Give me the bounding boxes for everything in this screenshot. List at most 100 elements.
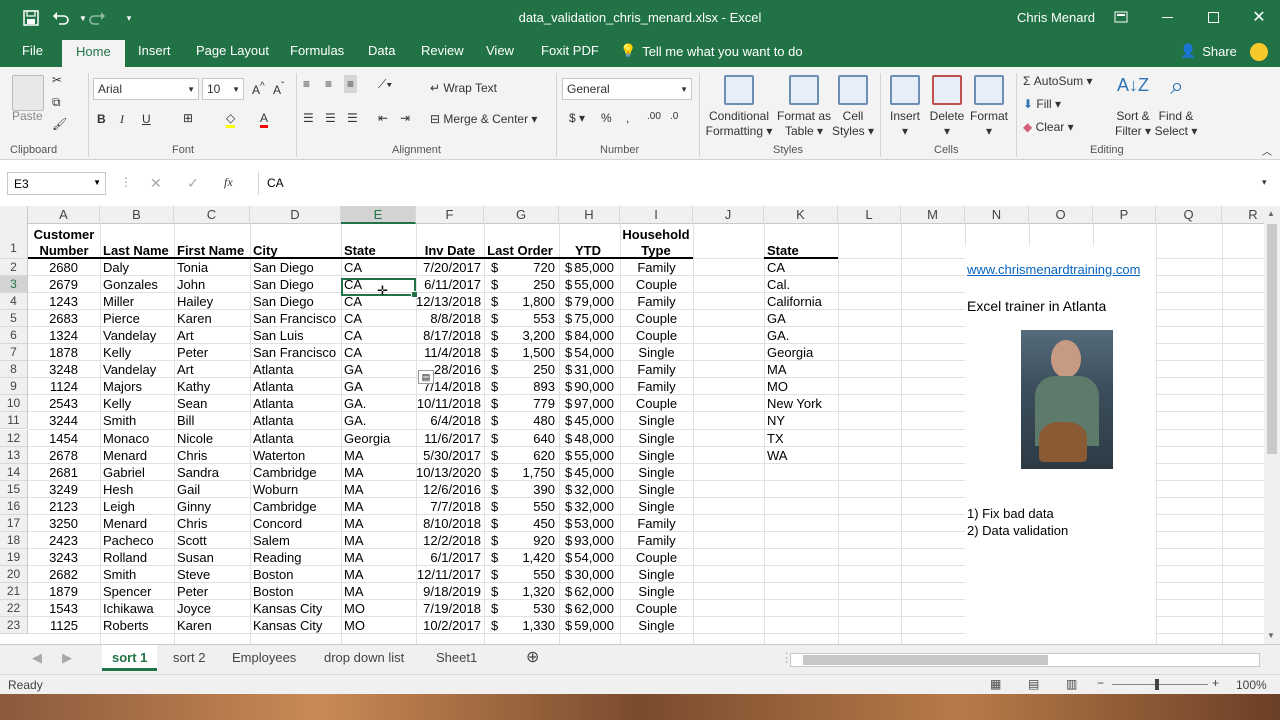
row-header-14[interactable]: 14	[0, 463, 28, 481]
feedback-smiley-icon[interactable]	[1250, 43, 1268, 61]
align-left-icon[interactable]: ☰	[303, 111, 314, 125]
row-header-10[interactable]: 10	[0, 395, 28, 413]
cut-icon[interactable]: ✂	[52, 73, 62, 87]
fill-color-icon[interactable]: ◇	[226, 111, 236, 128]
sheet-tab-sort-1[interactable]: sort 1	[102, 645, 158, 671]
row-header-18[interactable]: 18	[0, 531, 28, 549]
user-name[interactable]: Chris Menard	[1017, 10, 1095, 25]
paste-button[interactable]: Paste	[12, 109, 43, 123]
column-header-h[interactable]: H	[559, 206, 620, 224]
merge-center-button[interactable]: ⊟ Merge & Center ▾	[430, 112, 537, 126]
increase-font-icon[interactable]: A^	[252, 81, 265, 97]
tab-page-layout[interactable]: Page Layout	[196, 43, 269, 58]
font-name-select[interactable]: Arial ▼	[93, 78, 199, 100]
sheet-tab-drop-down-list[interactable]: drop down list	[314, 645, 414, 671]
column-header-p[interactable]: P	[1093, 206, 1156, 224]
align-right-icon[interactable]: ☰	[347, 111, 358, 125]
scroll-up-icon[interactable]: ▲	[1267, 209, 1275, 218]
wrap-text-button[interactable]: ↵ Wrap Text	[430, 81, 497, 95]
prev-sheet-icon[interactable]: ◀	[22, 645, 52, 671]
delete-cells-button[interactable]: Delete ▾	[926, 109, 968, 139]
horizontal-scroll-thumb[interactable]	[803, 655, 1048, 665]
tab-view[interactable]: View	[486, 43, 514, 58]
cancel-entry-icon[interactable]: ✕	[150, 175, 162, 192]
fill-button[interactable]: ⬇ Fill ▾	[1023, 97, 1061, 111]
row-header-5[interactable]: 5	[0, 310, 28, 328]
increase-decimal-icon[interactable]: .00	[647, 111, 661, 122]
find-select-button[interactable]: Find & Select ▾	[1152, 109, 1200, 139]
row-header-15[interactable]: 15	[0, 480, 28, 498]
tab-file[interactable]: File	[22, 43, 43, 58]
trainer-photo[interactable]	[1021, 330, 1113, 469]
select-all-corner[interactable]	[0, 206, 28, 224]
number-format-select[interactable]: General ▼	[562, 78, 692, 100]
column-header-l[interactable]: L	[838, 206, 901, 224]
accounting-format-icon[interactable]: $ ▾	[569, 111, 585, 125]
sheet-tab-sheet1[interactable]: Sheet1	[426, 645, 487, 671]
comma-style-icon[interactable]: ,	[626, 111, 629, 125]
row-header-23[interactable]: 23	[0, 617, 28, 635]
underline-icon[interactable]: U	[142, 112, 151, 126]
format-cells-button[interactable]: Format ▾	[966, 109, 1012, 139]
align-center-icon[interactable]: ☰	[325, 111, 336, 125]
sheet-tab-employees[interactable]: Employees	[222, 645, 306, 671]
clear-button[interactable]: ◆ Clear ▾	[1023, 120, 1074, 134]
column-header-i[interactable]: I	[620, 206, 693, 224]
row-header-19[interactable]: 19	[0, 548, 28, 566]
page-layout-view-icon[interactable]: ▤	[1028, 677, 1039, 691]
expand-formula-bar-icon[interactable]: ▾	[1262, 177, 1267, 188]
column-header-e[interactable]: E	[341, 206, 416, 224]
cell-styles-button[interactable]: Cell Styles ▾	[830, 109, 876, 139]
normal-view-icon[interactable]: ▦	[990, 677, 1001, 691]
row-header-12[interactable]: 12	[0, 429, 28, 447]
name-box[interactable]: E3 ▼	[7, 172, 106, 195]
row-header-16[interactable]: 16	[0, 497, 28, 515]
scroll-down-icon[interactable]: ▼	[1267, 631, 1275, 640]
row-header-21[interactable]: 21	[0, 582, 28, 600]
tab-formulas[interactable]: Formulas	[290, 43, 344, 58]
paste-icon[interactable]	[12, 75, 44, 111]
column-header-d[interactable]: D	[250, 206, 341, 224]
worksheet-grid[interactable]: ABCDEFGHIJKLMNOPQR 1 2 3 4 5 6 7 8 9 10 11 12 13 14 15…	[0, 206, 1264, 644]
row-header-8[interactable]: 8	[0, 361, 28, 379]
conditional-formatting-button[interactable]: Conditional Formatting ▾	[704, 109, 774, 139]
zoom-slider-thumb[interactable]	[1155, 679, 1159, 690]
tab-home[interactable]: Home	[62, 40, 125, 67]
zoom-out-icon[interactable]: −	[1097, 676, 1104, 690]
decrease-font-icon[interactable]: Aˇ	[273, 81, 284, 97]
decrease-decimal-icon[interactable]: .0	[670, 111, 678, 122]
column-header-c[interactable]: C	[174, 206, 250, 224]
share-button[interactable]: 👤 Share	[1180, 43, 1237, 59]
format-painter-icon[interactable]: 🖌	[52, 117, 67, 131]
horizontal-scrollbar[interactable]	[790, 653, 1260, 667]
column-header-a[interactable]: A	[28, 206, 100, 224]
column-header-f[interactable]: F	[416, 206, 484, 224]
row-header-3[interactable]: 3	[0, 276, 28, 294]
column-header-n[interactable]: N	[965, 206, 1029, 224]
page-break-view-icon[interactable]: ▥	[1066, 677, 1077, 691]
confirm-entry-icon[interactable]: ✓	[187, 175, 199, 192]
copy-icon[interactable]: ⧉	[52, 95, 61, 110]
align-middle-icon[interactable]: ≡	[325, 77, 332, 91]
collapse-ribbon-icon[interactable]: ︿	[1262, 143, 1272, 158]
bold-icon[interactable]: B	[97, 112, 106, 126]
tab-foxit-pdf[interactable]: Foxit PDF	[541, 43, 599, 58]
borders-icon[interactable]: ⊞	[183, 111, 193, 125]
zoom-slider[interactable]	[1112, 684, 1208, 685]
orientation-icon[interactable]: ⟋▾	[378, 77, 392, 92]
row-header-6[interactable]: 6	[0, 327, 28, 345]
row-header-20[interactable]: 20	[0, 565, 28, 583]
row-header-9[interactable]: 9	[0, 378, 28, 396]
tell-me-box[interactable]: 💡 Tell me what you want to do	[620, 43, 803, 59]
close-icon[interactable]: ✕	[1242, 4, 1276, 30]
autosum-button[interactable]: Σ AutoSum ▾	[1023, 74, 1092, 88]
insert-function-icon[interactable]: fx	[224, 175, 233, 190]
column-header-g[interactable]: G	[484, 206, 559, 224]
column-header-m[interactable]: M	[901, 206, 965, 224]
next-sheet-icon[interactable]: ▶	[52, 645, 82, 671]
column-header-q[interactable]: Q	[1156, 206, 1222, 224]
zoom-level[interactable]: 100%	[1236, 678, 1267, 692]
decrease-indent-icon[interactable]: ⇤	[378, 111, 388, 125]
insert-cells-button[interactable]: Insert ▾	[884, 109, 926, 139]
align-top-icon[interactable]: ≡	[303, 77, 310, 91]
